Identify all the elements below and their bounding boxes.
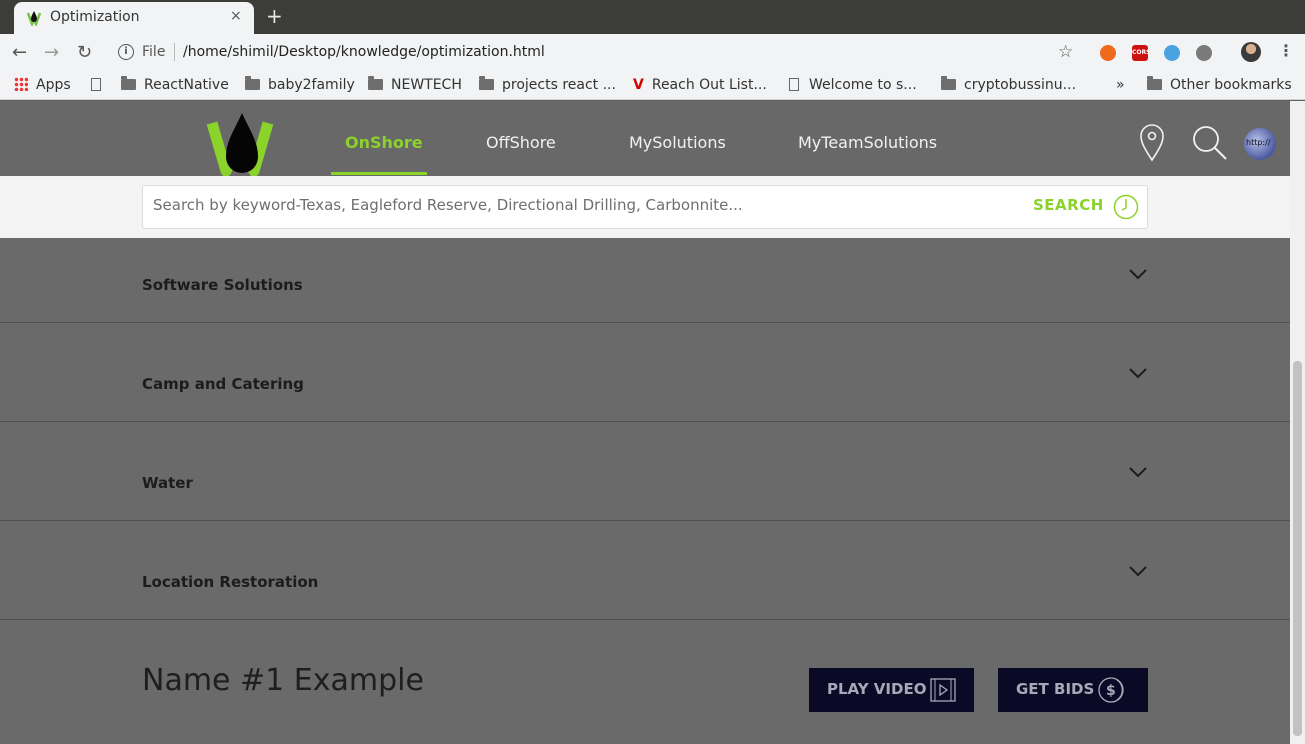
- folder-icon: [941, 76, 956, 90]
- chevron-down-icon: [1129, 566, 1147, 577]
- new-tab-button[interactable]: +: [266, 4, 283, 28]
- folder-icon: [1147, 76, 1162, 90]
- browser-tab-strip: Optimization × +: [0, 0, 1305, 34]
- apps-grid-icon: [14, 77, 28, 91]
- folder-icon: [245, 76, 260, 90]
- scrollbar-thumb[interactable]: [1293, 361, 1302, 736]
- bookmark-reach-out-list[interactable]: V Reach Out List...: [633, 77, 767, 93]
- bookmark-page-icon[interactable]: [91, 77, 111, 93]
- web-page: OnShore OffShore MySolutions MyTeamSolut…: [0, 101, 1290, 744]
- folder-icon: [368, 76, 383, 90]
- site-favicon-icon: [26, 11, 42, 26]
- bookmark-folder-newtech[interactable]: NEWTECH: [368, 76, 462, 93]
- play-video-label: PLAY VIDEO: [827, 680, 927, 698]
- nav-mysolutions[interactable]: MySolutions: [629, 133, 726, 152]
- accordion-title: Camp and Catering: [142, 375, 304, 393]
- bookmark-folder-baby2family[interactable]: baby2family: [245, 76, 355, 93]
- accordion-location-restoration[interactable]: Location Restoration: [0, 521, 1290, 620]
- search-band: SEARCH: [0, 176, 1290, 238]
- bookmark-folder-reactnative[interactable]: ReactNative: [121, 76, 229, 93]
- nav-active-indicator: [331, 172, 427, 175]
- accordion-software-solutions[interactable]: Software Solutions: [0, 238, 1290, 323]
- location-pin-icon[interactable]: [1138, 123, 1166, 163]
- nav-offshore[interactable]: OffShore: [486, 133, 556, 152]
- v-logo-icon: V: [633, 77, 644, 93]
- back-icon[interactable]: ←: [12, 42, 27, 63]
- nav-myteamsolutions[interactable]: MyTeamSolutions: [798, 133, 937, 152]
- site-header: OnShore OffShore MySolutions MyTeamSolut…: [0, 101, 1290, 177]
- search-button[interactable]: SEARCH: [1033, 196, 1104, 214]
- dollar-coin-icon: $: [1098, 677, 1124, 703]
- bookmark-star-icon[interactable]: ☆: [1058, 42, 1073, 62]
- accordion-camp-and-catering[interactable]: Camp and Catering: [0, 323, 1290, 422]
- get-bids-button[interactable]: GET BIDS $: [998, 668, 1148, 712]
- browser-menu-icon[interactable]: ⋮: [1278, 41, 1294, 60]
- search-icon[interactable]: [1190, 123, 1230, 163]
- bookmark-welcome[interactable]: Welcome to s...: [789, 77, 917, 93]
- profile-avatar[interactable]: [1241, 42, 1261, 62]
- extension-cors-icon[interactable]: CORS: [1132, 45, 1150, 61]
- solution-name-title: Name #1 Example: [142, 663, 424, 698]
- extension-3-icon[interactable]: [1164, 45, 1180, 61]
- accordion-title: Software Solutions: [142, 276, 303, 294]
- browser-tab[interactable]: Optimization ×: [14, 2, 254, 34]
- chevron-down-icon: [1129, 269, 1147, 280]
- bookmark-other[interactable]: Other bookmarks: [1147, 76, 1292, 93]
- reload-icon[interactable]: ↻: [77, 42, 92, 63]
- svg-text:$: $: [1106, 683, 1116, 699]
- page-icon: [789, 78, 799, 91]
- accordion-title: Water: [142, 474, 193, 492]
- chevron-down-icon: [1129, 467, 1147, 478]
- folder-icon: [121, 76, 136, 90]
- user-avatar[interactable]: http://: [1244, 128, 1276, 160]
- extension-1-icon[interactable]: [1100, 45, 1116, 61]
- bookmarks-bar: Apps ReactNative baby2family NEWTECH pro…: [0, 72, 1305, 100]
- accordion-title: Location Restoration: [142, 573, 319, 591]
- bookmark-folder-projects-react[interactable]: projects react ...: [479, 76, 616, 93]
- url-scheme-label: File: [142, 44, 166, 60]
- bookmark-apps[interactable]: Apps: [14, 77, 71, 93]
- chevron-down-icon: [1129, 368, 1147, 379]
- bookmark-folder-cryptobussinu[interactable]: cryptobussinu...: [941, 76, 1076, 93]
- search-box: SEARCH: [142, 185, 1148, 229]
- folder-icon: [479, 76, 494, 90]
- tab-close-icon[interactable]: ×: [230, 8, 242, 24]
- get-bids-label: GET BIDS: [1016, 680, 1095, 698]
- omnibox-divider: [174, 43, 175, 61]
- bookmarks-overflow-icon[interactable]: »: [1116, 77, 1125, 93]
- site-logo-icon[interactable]: [206, 109, 276, 185]
- extension-abp-icon[interactable]: [1196, 45, 1212, 61]
- browser-toolbar: ← → ↻ i File /home/shimil/Desktop/knowle…: [0, 34, 1305, 72]
- search-input[interactable]: [153, 196, 1013, 214]
- tab-title: Optimization: [50, 9, 140, 25]
- clock-icon[interactable]: [1113, 194, 1139, 220]
- play-video-button[interactable]: PLAY VIDEO: [809, 668, 974, 712]
- video-play-icon: [930, 678, 956, 702]
- address-bar[interactable]: /home/shimil/Desktop/knowledge/optimizat…: [183, 44, 545, 60]
- forward-icon[interactable]: →: [44, 42, 59, 63]
- accordion-water[interactable]: Water: [0, 422, 1290, 521]
- page-scrollbar[interactable]: [1290, 101, 1305, 744]
- site-info-icon[interactable]: i: [118, 44, 134, 60]
- nav-onshore[interactable]: OnShore: [345, 133, 423, 152]
